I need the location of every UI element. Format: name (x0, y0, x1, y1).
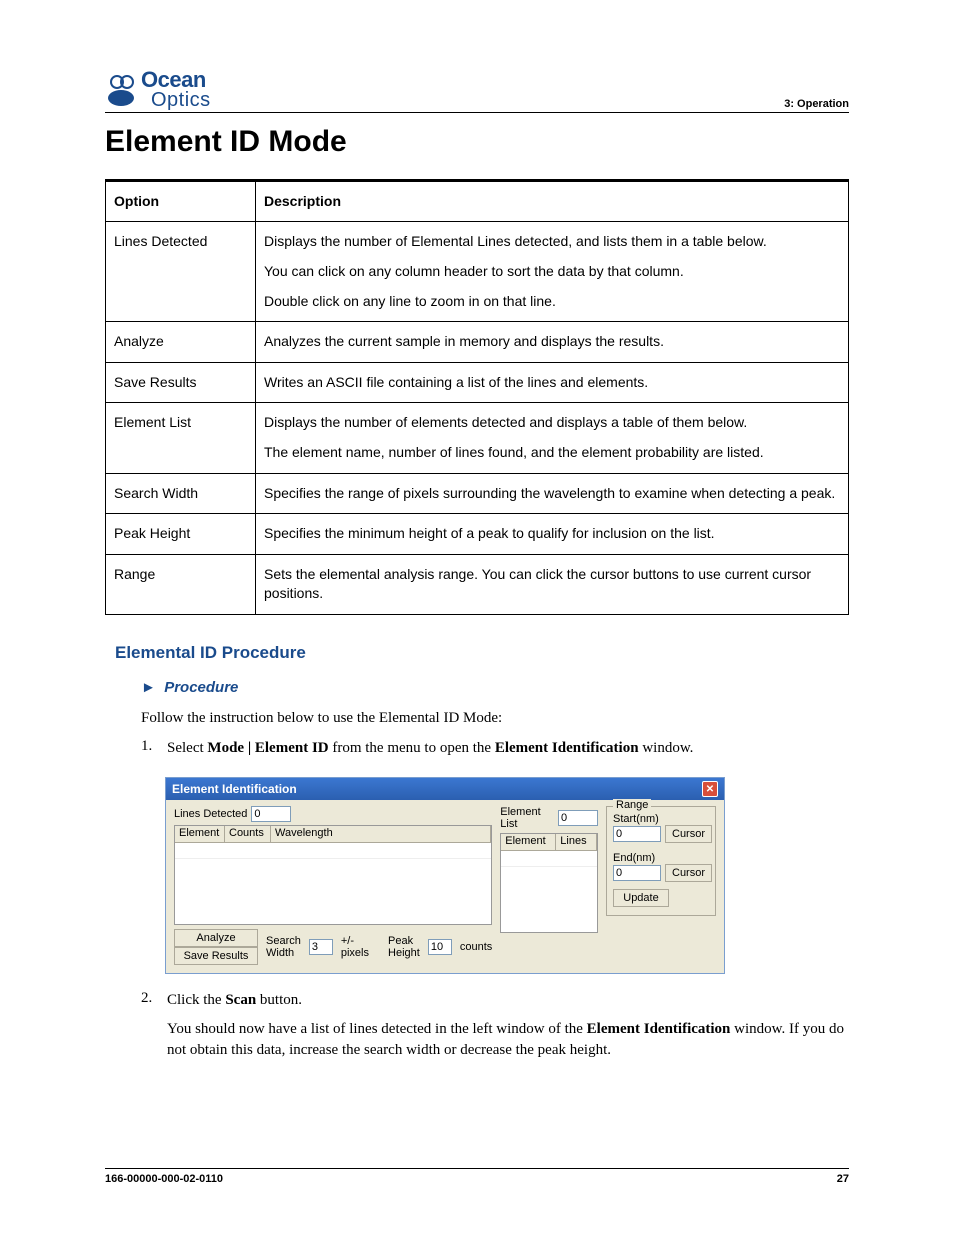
table-row-option: Search Width (106, 473, 256, 514)
range-group: Range Start(nm) Cursor End(nm) Cursor (606, 806, 716, 916)
page-title: Element ID Mode (105, 125, 849, 159)
table-row-desc: Writes an ASCII file containing a list o… (256, 362, 849, 403)
procedure-intro: Follow the instruction below to use the … (141, 708, 849, 728)
end-field[interactable] (613, 865, 661, 881)
element-id-window: Element Identification ✕ Lines Detected … (165, 777, 725, 974)
procedure-label: Procedure (164, 679, 238, 696)
save-results-button[interactable]: Save Results (174, 947, 258, 965)
start-field[interactable] (613, 826, 661, 842)
close-icon[interactable]: ✕ (702, 781, 718, 797)
col-element2[interactable]: Element (501, 834, 556, 850)
procedure-list-cont: 2. Click the Scan button. You should now… (141, 990, 849, 1069)
end-label: End(nm) (613, 852, 709, 864)
page-header: Ocean Optics 3: Operation (105, 70, 849, 113)
step-number: 2. (141, 990, 167, 1069)
lines-grid[interactable]: Element Counts Wavelength (174, 825, 492, 925)
logo-text-2: Optics (141, 91, 211, 110)
table-row-desc: Sets the elemental analysis range. You c… (256, 554, 849, 614)
update-button[interactable]: Update (613, 889, 669, 907)
table-row-desc: Displays the number of Elemental Lines d… (256, 222, 849, 322)
table-row-desc: Analyzes the current sample in memory an… (256, 322, 849, 363)
table-row-desc: Specifies the range of pixels surroundin… (256, 473, 849, 514)
table-row-option: Element List (106, 403, 256, 473)
peak-height-label: Peak Height (388, 935, 420, 959)
th-option: Option (106, 180, 256, 222)
window-titlebar[interactable]: Element Identification ✕ (166, 778, 724, 800)
lines-detected-label: Lines Detected (174, 808, 247, 820)
lines-detected-field[interactable] (251, 806, 291, 822)
table-row-option: Save Results (106, 362, 256, 403)
analyze-button[interactable]: Analyze (174, 929, 258, 947)
procedure-label-line: ► Procedure (141, 679, 849, 696)
doc-number: 166-00000-000-02-0110 (105, 1173, 223, 1185)
search-width-field[interactable] (309, 939, 333, 955)
th-description: Description (256, 180, 849, 222)
table-row-desc: Displays the number of elements detected… (256, 403, 849, 473)
step-number: 1. (141, 738, 167, 767)
table-row-desc: Specifies the minimum height of a peak t… (256, 514, 849, 555)
start-cursor-button[interactable]: Cursor (665, 825, 712, 843)
procedure-heading: Elemental ID Procedure (115, 643, 849, 663)
step-text: Select Mode | Element ID from the menu t… (167, 738, 849, 759)
logo-icon (105, 72, 137, 108)
col-lines[interactable]: Lines (556, 834, 597, 850)
page-footer: 166-00000-000-02-0110 27 (105, 1168, 849, 1185)
col-wavelength[interactable]: Wavelength (271, 826, 491, 842)
page-number: 27 (837, 1173, 849, 1185)
table-row-option: Range (106, 554, 256, 614)
search-width-label: Search Width (266, 935, 301, 959)
end-cursor-button[interactable]: Cursor (665, 864, 712, 882)
table-row-option: Analyze (106, 322, 256, 363)
section-label: 3: Operation (784, 98, 849, 110)
logo-text-1: Ocean (141, 70, 211, 91)
window-title: Element Identification (172, 782, 297, 796)
table-row-option: Lines Detected (106, 222, 256, 322)
procedure-list: 1. Select Mode | Element ID from the men… (141, 738, 849, 767)
element-list-field[interactable] (558, 810, 598, 826)
start-label: Start(nm) (613, 813, 709, 825)
elements-grid[interactable]: Element Lines (500, 833, 598, 933)
logo: Ocean Optics (105, 70, 211, 110)
col-counts[interactable]: Counts (225, 826, 271, 842)
step-followup: You should now have a list of lines dete… (167, 1019, 849, 1061)
counts-label: counts (460, 941, 492, 953)
table-row-option: Peak Height (106, 514, 256, 555)
embedded-screenshot: Element Identification ✕ Lines Detected … (165, 777, 849, 974)
step-1: 1. Select Mode | Element ID from the men… (141, 738, 849, 767)
col-element[interactable]: Element (175, 826, 225, 842)
pixels-label: +/- pixels (341, 935, 369, 959)
range-legend: Range (613, 799, 651, 811)
peak-height-field[interactable] (428, 939, 452, 955)
options-table: Option Description Lines DetectedDisplay… (105, 179, 849, 615)
element-list-label: Element List (500, 806, 554, 830)
procedure-arrow-icon: ► (141, 679, 156, 696)
step-2: 2. Click the Scan button. You should now… (141, 990, 849, 1069)
step-text: Click the Scan button. (167, 990, 849, 1011)
